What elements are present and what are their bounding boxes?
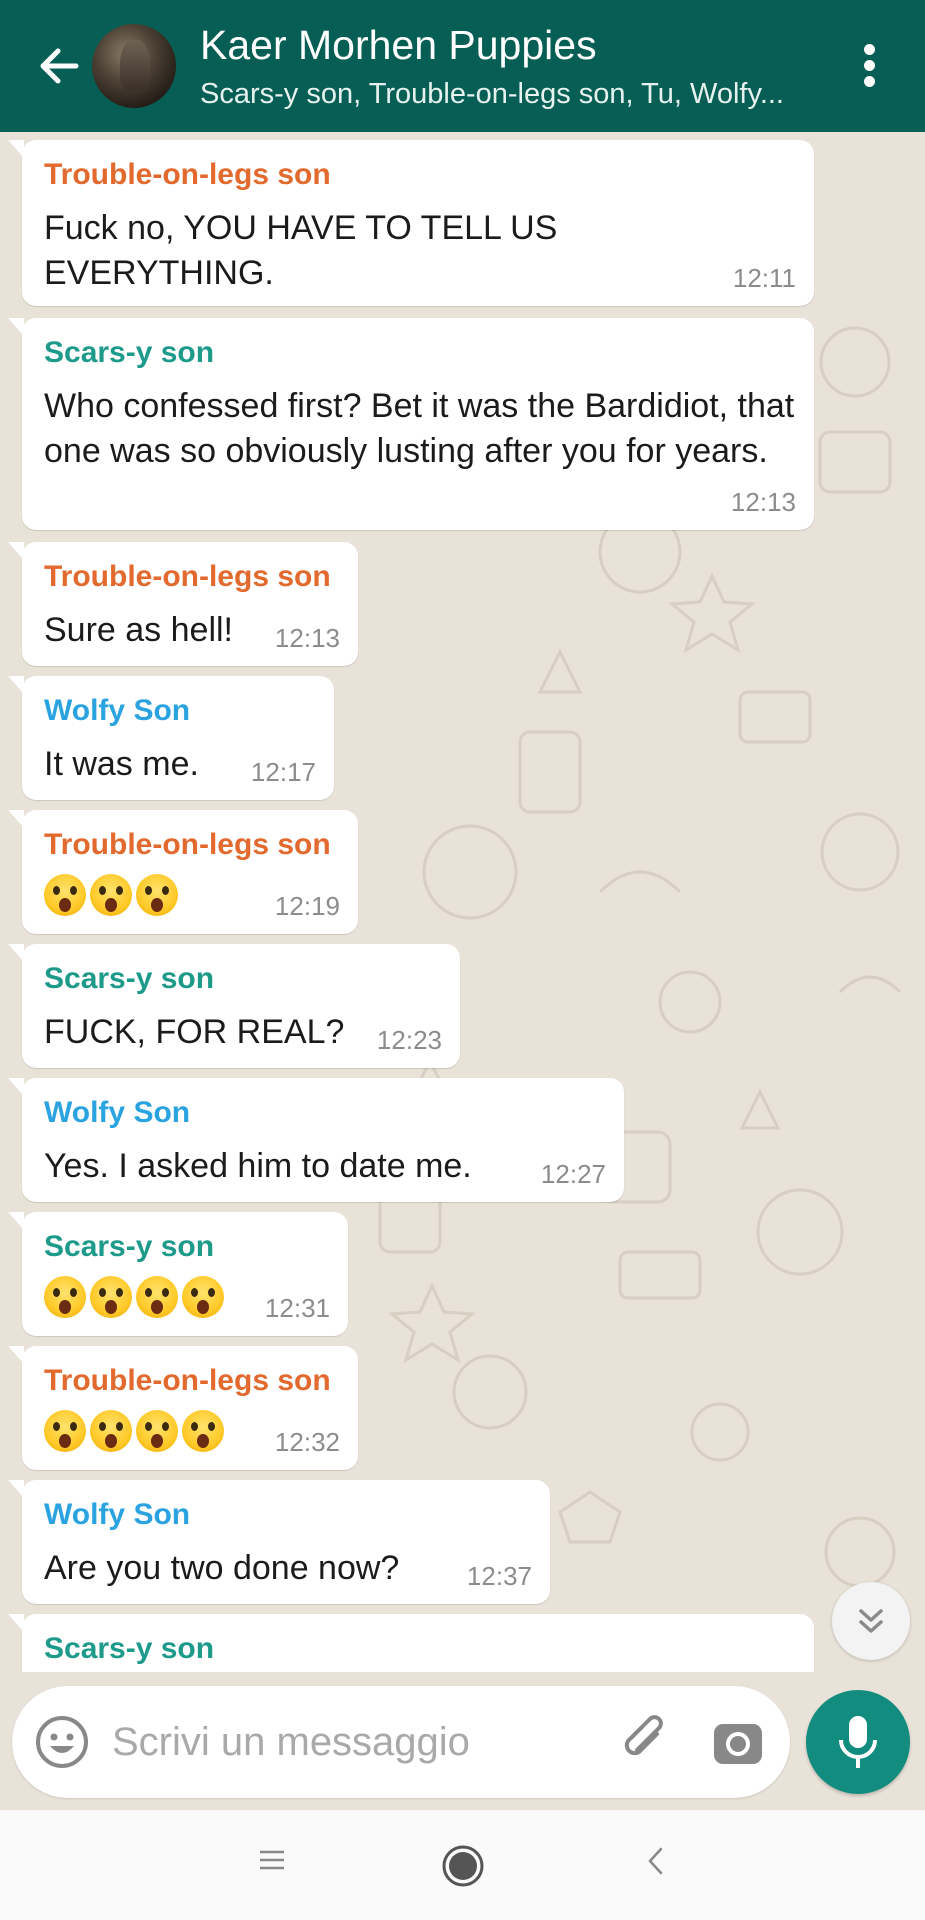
message-bubble[interactable]: Trouble-on-legs son Fuck no, YOU HAVE TO… (8, 140, 814, 306)
screaming-face-emoji (44, 1410, 86, 1452)
message-sender: Scars-y son (44, 1230, 215, 1263)
group-avatar[interactable] (92, 24, 176, 108)
message-sender: Scars-y son (44, 962, 215, 995)
screaming-face-emoji (182, 1276, 224, 1318)
message-sender: Trouble-on-legs son (44, 158, 331, 191)
voice-record-button[interactable] (806, 1690, 910, 1794)
message-bubble[interactable]: Scars-y son 12:31 (8, 1212, 348, 1336)
message-text: Fuck no, YOU HAVE TO TELL US EVERYTHING. (44, 209, 558, 292)
message-text: Yes. I asked him to date me. (44, 1147, 472, 1185)
screaming-face-emoji (90, 874, 132, 916)
message-time: 12:27 (540, 1159, 606, 1189)
message-time: 12:37 (466, 1561, 532, 1591)
back-nav-icon[interactable] (645, 1846, 667, 1876)
screaming-face-emoji (90, 1410, 132, 1452)
message-bubble[interactable]: Scars-y son Who confessed first? Bet it … (8, 318, 814, 530)
message-bubble[interactable]: Wolfy Son Are you two done now? 12:37 (8, 1480, 550, 1604)
camera-icon[interactable] (712, 1716, 764, 1768)
message-sender: Wolfy Son (44, 1096, 191, 1129)
paperclip-icon[interactable] (617, 1712, 677, 1772)
message-sender: Trouble-on-legs son (44, 560, 331, 593)
message-sender: Trouble-on-legs son (44, 828, 331, 861)
message-sender: Scars-y son (44, 1632, 215, 1665)
message-sender: Wolfy Son (44, 1498, 191, 1531)
message-bubble[interactable]: Wolfy Son Yes. I asked him to date me. 1… (8, 1078, 624, 1202)
screaming-face-emoji (182, 1410, 224, 1452)
microphone-icon (839, 1716, 877, 1768)
message-time: 12:23 (376, 1025, 442, 1055)
message-time: 12:13 (274, 623, 340, 653)
message-input[interactable]: Scrivi un messaggio (112, 1720, 470, 1765)
message-sender: Trouble-on-legs son (44, 1364, 331, 1397)
message-sender: Scars-y son (44, 336, 215, 369)
message-sender: Wolfy Son (44, 694, 191, 727)
system-navigation-bar (0, 1810, 925, 1920)
message-text: Who confessed first? Bet it was the Bard… (44, 387, 795, 470)
chat-header: Kaer Morhen Puppies Scars-y son, Trouble… (0, 0, 925, 132)
chat-messages[interactable]: Trouble-on-legs son Fuck no, YOU HAVE TO… (0, 132, 925, 1672)
message-bubble-partial[interactable]: Scars-y son (8, 1614, 814, 1672)
home-icon[interactable] (441, 1844, 485, 1888)
more-vertical-icon[interactable] (862, 44, 876, 88)
message-bubble[interactable]: Wolfy Son It was me. 12:17 (8, 676, 334, 800)
message-bubble[interactable]: Trouble-on-legs son Sure as hell! 12:13 (8, 542, 358, 666)
smiley-icon[interactable] (34, 1714, 90, 1770)
message-bubble[interactable]: Scars-y son FUCK, FOR REAL? 12:23 (8, 944, 460, 1068)
message-time: 12:19 (274, 891, 340, 921)
message-text: Are you two done now? (44, 1549, 400, 1587)
message-time: 12:13 (730, 487, 796, 517)
double-chevron-down-icon (859, 1609, 883, 1633)
message-time: 12:32 (274, 1427, 340, 1457)
recent-apps-icon[interactable] (258, 1846, 286, 1874)
message-composer: Scrivi un messaggio (12, 1686, 790, 1798)
screaming-face-emoji (90, 1276, 132, 1318)
message-bubble[interactable]: Trouble-on-legs son 12:19 (8, 810, 358, 934)
message-time: 12:31 (264, 1293, 330, 1323)
screaming-face-emoji (44, 874, 86, 916)
screaming-face-emoji (136, 874, 178, 916)
message-time: 12:11 (732, 263, 796, 293)
screaming-face-emoji (44, 1276, 86, 1318)
screaming-face-emoji (136, 1410, 178, 1452)
scroll-to-bottom-button[interactable] (832, 1582, 910, 1660)
group-title[interactable]: Kaer Morhen Puppies (200, 22, 597, 69)
message-time: 12:17 (250, 757, 316, 787)
message-bubble[interactable]: Trouble-on-legs son 12:32 (8, 1346, 358, 1470)
screaming-face-emoji (136, 1276, 178, 1318)
group-members[interactable]: Scars-y son, Trouble-on-legs son, Tu, Wo… (200, 78, 820, 111)
arrow-left-icon[interactable] (30, 38, 86, 94)
